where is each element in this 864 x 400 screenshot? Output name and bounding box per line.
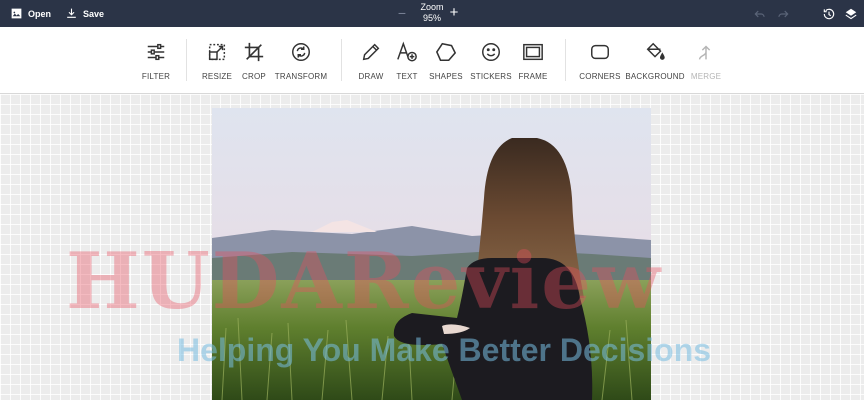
resize-tool[interactable]: RESIZE [201,41,233,85]
zoom-in-button[interactable]: + [447,5,461,21]
toolbar-divider [186,39,187,81]
pentagon-icon [435,42,457,62]
stickers-tool[interactable]: STICKERS [470,41,512,85]
crop-tool[interactable]: CROP [242,41,266,85]
undo-icon [754,10,765,17]
frame-icon [523,43,543,61]
crop-icon [244,42,264,62]
frame-label: FRAME [518,72,548,81]
history-button[interactable] [821,6,836,21]
zoom-control: − Zoom 95% + [392,0,472,27]
corners-label: CORNERS [579,72,621,81]
corners-tool[interactable]: CORNERS [579,41,621,85]
draw-tool[interactable]: DRAW [359,41,383,85]
crop-label: CROP [242,72,266,81]
watermark-brand: HUDAReview [66,236,663,327]
open-label: Open [28,8,52,19]
resize-label: RESIZE [201,72,233,81]
undo-button[interactable] [752,6,767,21]
history-icon [823,8,834,19]
rotate-icon [292,43,310,61]
redo-icon [777,10,788,17]
paint-bucket-icon [646,42,665,60]
transform-label: TRANSFORM [274,72,328,81]
toolbar-divider [341,39,342,81]
pencil-icon [362,43,380,61]
rounded-rect-icon [591,44,609,60]
top-bar: Open Save − Zoom 95% + [0,0,864,27]
download-icon [67,8,76,18]
watermark-tagline: Helping You Make Better Decisions [177,332,712,368]
merge-icon [698,45,711,60]
resize-icon [208,43,226,61]
shapes-tool[interactable]: SHAPES [429,41,463,85]
text-add-icon [397,41,417,62]
frame-tool[interactable]: FRAME [519,41,547,85]
text-label: TEXT [396,72,418,81]
background-label: BACKGROUND [625,72,685,81]
save-button[interactable]: Save [65,0,104,27]
toolbar-divider [565,39,566,81]
transform-tool[interactable]: TRANSFORM [274,41,328,85]
save-label: Save [83,8,105,19]
text-tool[interactable]: TEXT [396,41,418,85]
merge-tool[interactable]: MERGE [691,41,721,85]
smiley-icon [482,43,500,61]
filter-label: FILTER [141,72,171,81]
redo-button[interactable] [775,6,790,21]
editor-toolbar: FILTER RESIZE CROP TRANSFORM DRAW TEXT S… [0,27,864,94]
open-button[interactable]: Open [10,0,51,27]
shapes-label: SHAPES [429,72,463,81]
filter-tool[interactable]: FILTER [141,41,171,85]
stickers-label: STICKERS [470,72,512,81]
layers-button[interactable] [843,6,858,21]
sliders-icon [147,43,165,61]
background-tool[interactable]: BACKGROUND [625,41,684,85]
image-icon [11,8,22,19]
layers-icon [845,8,856,19]
draw-label: DRAW [358,72,384,81]
merge-label: MERGE [690,72,722,81]
